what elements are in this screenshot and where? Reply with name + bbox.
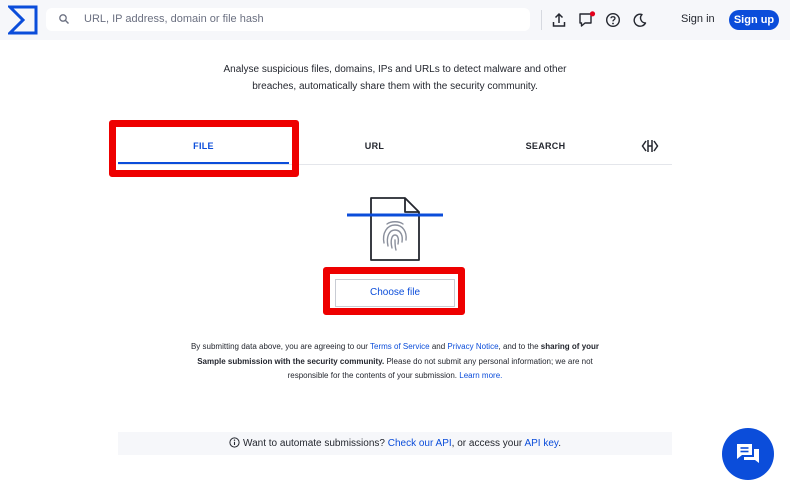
sign-up-button[interactable]: Sign up (729, 10, 779, 30)
highlight-box-choose-file (323, 267, 465, 315)
tab-url[interactable]: URL (289, 136, 460, 156)
privacy-notice-link[interactable]: Privacy Notice (447, 342, 498, 351)
upload-icon[interactable] (550, 11, 568, 29)
terms-text: responsible for the contents of your sub… (287, 371, 460, 381)
theme-toggle-icon[interactable] (631, 11, 649, 29)
terms-line-3: responsible for the contents of your sub… (160, 369, 630, 384)
terms-line-1: By submitting data above, you are agreei… (160, 340, 630, 355)
terms-line-2: Sample submission with the security comm… (160, 355, 630, 370)
check-api-link[interactable]: Check our API (388, 438, 452, 449)
tab-search[interactable]: SEARCH (460, 136, 631, 156)
sign-in-link[interactable]: Sign in (681, 12, 715, 27)
automate-banner: Want to automate submissions? Check our … (118, 432, 672, 455)
tab-code-search-icon[interactable] (641, 138, 659, 154)
api-key-link[interactable]: API key (524, 438, 558, 449)
top-bar: URL, IP address, domain or file hash Sig… (0, 0, 790, 40)
terms-text: and (429, 342, 448, 351)
intro-text: Analyse suspicious files, domains, IPs a… (175, 61, 615, 95)
search-input[interactable]: URL, IP address, domain or file hash (46, 8, 530, 31)
automate-text: , or access your (451, 438, 525, 449)
learn-more-link[interactable]: Learn more. (459, 371, 502, 380)
info-icon (229, 434, 240, 448)
terms-bold-text: sharing of your (540, 342, 600, 351)
terms-text: , and to the (498, 342, 541, 351)
chat-button[interactable] (722, 428, 774, 480)
highlight-box-file-tab (109, 120, 299, 177)
chat-icon (737, 444, 759, 463)
virustotal-logo-icon[interactable] (6, 5, 38, 35)
notifications-icon[interactable] (577, 11, 596, 29)
automate-text: . (558, 438, 561, 449)
file-fingerprint-icon (343, 195, 447, 265)
help-icon[interactable] (604, 11, 622, 29)
terms-text: By submitting data above, you are agreei… (190, 342, 371, 351)
toolbar-divider (541, 10, 542, 30)
terms-of-service-link[interactable]: Terms of Service (370, 342, 430, 351)
terms-text: Please do not submit any personal inform… (384, 356, 593, 366)
terms-bold-text: Sample submission with the security comm… (197, 356, 385, 366)
search-placeholder: URL, IP address, domain or file hash (84, 13, 264, 25)
terms-notice: By submitting data above, you are agreei… (160, 340, 630, 384)
intro-line: breaches, automatically share them with … (252, 81, 538, 92)
search-icon (58, 13, 71, 26)
automate-text: Want to automate submissions? (243, 438, 388, 449)
intro-line: Analyse suspicious files, domains, IPs a… (223, 64, 567, 75)
